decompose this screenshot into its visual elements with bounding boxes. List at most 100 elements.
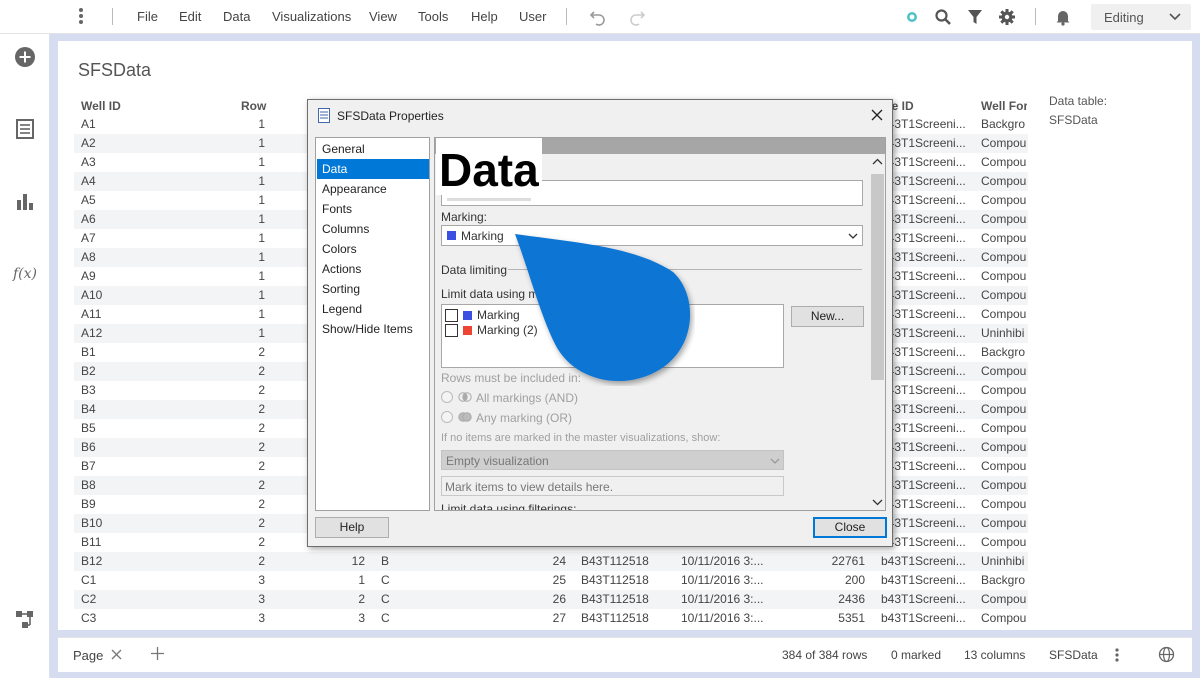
nav-item-columns[interactable]: Columns [317, 219, 429, 239]
active-table-name[interactable]: SFSData [1049, 648, 1098, 662]
table-cell: Compou [981, 364, 1027, 378]
table-cell: 5351 [838, 611, 865, 625]
add-page-icon[interactable] [151, 647, 164, 660]
nav-label: General [322, 142, 365, 156]
vertical-scrollbar[interactable] [869, 154, 885, 510]
table-cell: b43T1Screeni... [881, 269, 966, 283]
click-indicator-icon [515, 234, 691, 382]
more-options-icon[interactable] [1114, 647, 1120, 663]
notifications-bell-icon[interactable] [1054, 8, 1072, 26]
table-cell: b43T1Screeni... [881, 326, 966, 340]
close-button[interactable]: Close [813, 517, 887, 538]
menu-tools[interactable]: Tools [418, 9, 448, 24]
column-header-row[interactable]: Row [241, 99, 266, 113]
if-no-items-label: If no items are marked in the master vis… [441, 432, 721, 444]
redo-icon[interactable] [628, 8, 646, 26]
table-cell: B43T112518 [581, 573, 649, 587]
mode-dropdown[interactable]: Editing [1091, 4, 1191, 30]
nav-label: Data [322, 162, 348, 176]
nav-item-data[interactable]: Data [317, 159, 429, 179]
page-tab[interactable]: Page [73, 648, 103, 663]
nav-item-show-hide-items[interactable]: Show/Hide Items [317, 319, 429, 339]
table-cell: Compou [981, 136, 1027, 150]
nav-item-colors[interactable]: Colors [317, 239, 429, 259]
more-options-icon[interactable] [74, 7, 88, 27]
marking-checkbox[interactable] [445, 309, 458, 322]
scroll-up-icon[interactable] [872, 158, 883, 166]
any-marking-label: Any marking (OR) [476, 411, 573, 425]
nav-item-general[interactable]: General [317, 139, 429, 159]
table-cell: Compou [981, 497, 1027, 511]
table-cell: 1 [258, 155, 265, 169]
table-row[interactable]: C1 3 1 C 25 B43T112518 10/11/2016 3:... 200 b43T… [74, 571, 1028, 590]
column-header-well-format[interactable]: Well For [981, 99, 1027, 113]
empty-visualization-dropdown[interactable]: Empty visualization [441, 450, 784, 470]
table-cell: b43T1Screeni... [881, 516, 966, 530]
nav-item-sorting[interactable]: Sorting [317, 279, 429, 299]
visualizations-icon[interactable] [14, 190, 36, 212]
menu-view[interactable]: View [369, 9, 397, 24]
message-field[interactable]: Mark items to view details here. [441, 476, 784, 496]
table-cell: C3 [81, 611, 97, 625]
menu-help[interactable]: Help [471, 9, 498, 24]
table-cell: Compou [981, 402, 1027, 416]
table-cell: Backgro [981, 573, 1026, 587]
nav-item-actions[interactable]: Actions [317, 259, 429, 279]
field-placeholder-bar [447, 198, 531, 201]
table-row[interactable]: B12 2 12 B 24 B43T112518 10/11/2016 3:... 22761… [74, 552, 1028, 571]
table-cell: 2 [258, 459, 265, 473]
add-icon[interactable] [14, 46, 36, 68]
table-cell: Uninhibi [981, 326, 1025, 340]
search-icon[interactable] [934, 8, 952, 26]
table-cell: A2 [81, 136, 96, 150]
table-cell: Compou [981, 231, 1027, 245]
column-header-well-id[interactable]: Well ID [81, 99, 121, 113]
all-markings-radio[interactable] [441, 391, 453, 403]
table-cell: Compou [981, 440, 1027, 454]
new-marking-button[interactable]: New... [791, 306, 864, 327]
function-icon[interactable]: f(x) [12, 262, 38, 284]
globe-icon[interactable] [1158, 646, 1175, 663]
data-canvas-icon[interactable] [14, 608, 36, 630]
menu-user[interactable]: User [519, 9, 546, 24]
table-cell: b43T1Screeni... [881, 174, 966, 188]
table-cell: A12 [81, 326, 103, 340]
scroll-down-icon[interactable] [872, 498, 883, 506]
undo-icon[interactable] [589, 8, 607, 26]
gear-icon[interactable] [998, 8, 1016, 26]
nav-item-legend[interactable]: Legend [317, 299, 429, 319]
nav-item-fonts[interactable]: Fonts [317, 199, 429, 219]
menu-file[interactable]: File [137, 9, 158, 24]
marking-color-swatch [447, 231, 456, 240]
filter-icon[interactable] [966, 8, 984, 26]
table-cell: B [381, 554, 390, 568]
help-button[interactable]: Help [315, 517, 389, 538]
row-count: 384 of 384 rows [782, 648, 868, 662]
table-row[interactable]: C3 3 3 C 27 B43T112518 10/11/2016 3:... 5351 b43… [74, 609, 1028, 628]
any-marking-radio[interactable] [441, 411, 453, 423]
properties-icon [318, 108, 330, 123]
table-cell: 2 [258, 440, 265, 454]
table-cell: 1 [258, 326, 265, 340]
limit-filterings-label: Limit data using filterings: [441, 502, 577, 511]
table-cell: 3 [258, 573, 265, 587]
nav-item-appearance[interactable]: Appearance [317, 179, 429, 199]
table-cell: Compou [981, 193, 1027, 207]
table-cell: 1 [258, 250, 265, 264]
table-cell: Backgro [981, 117, 1026, 131]
table-cell: b43T1Screeni... [881, 117, 966, 131]
data-table-icon[interactable] [14, 118, 36, 140]
table-cell: b43T1Screeni... [881, 421, 966, 435]
table-cell: b43T1Screeni... [881, 478, 966, 492]
close-icon[interactable] [868, 106, 886, 124]
table-row[interactable]: C2 3 2 C 26 B43T112518 10/11/2016 3:... 2436 b43… [74, 590, 1028, 609]
menu-data[interactable]: Data [223, 9, 250, 24]
scrollbar-thumb[interactable] [871, 174, 884, 380]
close-tab-icon[interactable] [111, 649, 122, 660]
menu-edit[interactable]: Edit [179, 9, 201, 24]
table-cell: B10 [81, 516, 103, 530]
message-text: Mark items to view details here. [445, 480, 614, 494]
menu-visualizations[interactable]: Visualizations [272, 9, 351, 24]
marking-2-checkbox[interactable] [445, 324, 458, 337]
table-cell: 2 [258, 554, 265, 568]
